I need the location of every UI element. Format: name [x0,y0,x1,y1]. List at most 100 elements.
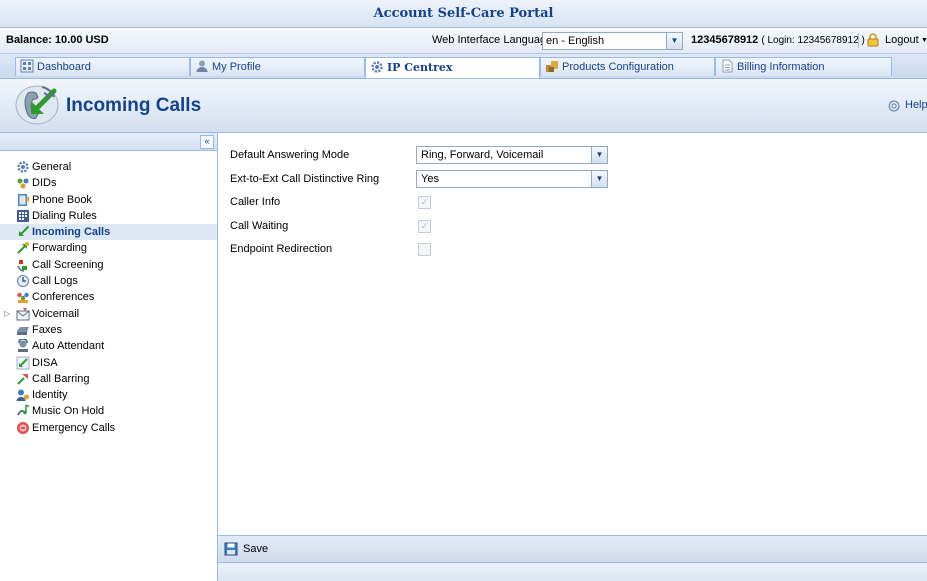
sidebar-item-identity[interactable]: Identity [0,387,217,403]
main-tab-bar: Dashboard My Profile IP Centrex Products… [0,54,927,79]
sidebar-item-label: Phone Book [32,193,92,206]
sidebar-item-voicemail[interactable]: ▷ Voicemail [0,306,217,322]
page-header: Incoming Calls Help [0,79,927,133]
call-waiting-label: Call Waiting [230,220,289,232]
chevron-down-icon[interactable]: ▼ [591,171,607,187]
portal-title-bar: Account Self-Care Portal [0,0,927,28]
dids-icon [17,178,29,189]
sidebar-item-phone-book[interactable]: Phone Book [0,192,217,208]
tab-label: IP Centrex [387,61,453,74]
call-screening-icon [17,259,27,272]
sidebar-item-label: Call Logs [32,275,78,288]
tab-label: Products Configuration [562,61,674,73]
collapse-sidebar-button[interactable]: « [200,135,214,149]
endpoint-redirection-label: Endpoint Redirection [230,243,333,255]
user-icon [196,60,208,72]
conferences-icon [17,293,29,304]
products-icon [546,61,558,72]
portal-title: Account Self-Care Portal [373,6,554,21]
sidebar-item-disa[interactable]: DISA [0,355,217,371]
info-bar: Balance: 10.00 USD Web Interface Languag… [0,28,927,54]
sidebar-item-label: Forwarding [32,242,88,255]
save-icon[interactable] [224,542,238,556]
answering-mode-select[interactable]: Ring, Forward, Voicemail ▼ [416,146,608,164]
caller-info-checkbox[interactable]: ✓ [418,196,431,209]
chevron-down-icon[interactable]: ▼ [591,147,607,163]
gear-icon [17,161,29,173]
sidebar-item-label: Emergency Calls [32,421,116,434]
account-number: 12345678912 [691,34,759,46]
save-button[interactable]: Save [243,536,268,562]
caller-info-label: Caller Info [230,196,281,208]
endpoint-redirection-checkbox[interactable] [418,243,431,256]
sidebar-item-call-barring[interactable]: Call Barring [0,371,217,387]
sidebar-item-label: General [32,161,72,173]
language-select[interactable]: en - English ▼ [542,32,683,50]
tab-billing-information[interactable]: Billing Information [715,57,892,76]
account-info: 12345678912 ( Login: 12345678912 ) [691,28,865,53]
logout-link[interactable]: Logout [885,28,919,53]
sidebar-item-label: Music On Hold [32,405,105,418]
fax-icon [17,326,29,335]
voicemail-icon [16,307,30,321]
sidebar-item-faxes[interactable]: Faxes [0,322,217,338]
balance-text: Balance: 10.00 USD [6,34,109,46]
sidebar-item-label: Auto Attendant [32,340,105,353]
emergency-calls-icon [17,421,29,434]
sidebar-item-dialing-rules[interactable]: Dialing Rules [0,208,217,224]
sidebar-item-call-logs[interactable]: Call Logs [0,273,217,289]
help-icon[interactable] [888,100,900,112]
sidebar-item-emergency-calls[interactable]: Emergency Calls [0,420,217,436]
chevron-down-icon[interactable]: ▼ [921,37,927,44]
sidebar-item-label: DISA [32,356,58,369]
forwarding-icon [17,242,29,255]
chevron-down-icon[interactable]: ▼ [666,33,682,49]
gear-icon [371,61,383,73]
page-title: Incoming Calls [66,95,202,116]
call-barring-icon [17,373,28,385]
divider [858,33,859,48]
answering-mode-value: Ring, Forward, Voicemail [421,149,544,161]
sidebar-nav: General DIDs Phone Book Dialing Rules In… [0,151,217,436]
action-toolbar: Save [218,535,927,563]
main-content: Default Answering Mode Ring, Forward, Vo… [218,133,927,581]
sidebar-item-label: Conferences [32,291,95,304]
sidebar-item-general[interactable]: General [0,159,217,175]
document-icon [722,59,733,73]
sidebar-item-auto-attendant[interactable]: Auto Attendant [0,338,217,354]
sidebar-item-incoming-calls[interactable]: Incoming Calls [0,224,217,241]
sidebar-item-dids[interactable]: DIDs [0,175,217,191]
sidebar-item-label: Voicemail [32,307,80,320]
tab-my-profile[interactable]: My Profile [190,57,365,76]
expand-arrow-icon[interactable]: ▷ [4,306,10,322]
tab-label: My Profile [212,61,261,73]
dialing-rules-icon [17,209,29,222]
music-on-hold-icon [17,404,30,416]
sidebar-item-conferences[interactable]: Conferences [0,289,217,305]
lock-icon[interactable] [866,33,880,47]
sidebar-item-label: Dialing Rules [32,209,97,222]
tab-products-configuration[interactable]: Products Configuration [540,57,715,76]
sidebar-item-forwarding[interactable]: Forwarding [0,240,217,256]
dashboard-icon [20,59,34,73]
call-waiting-checkbox[interactable]: ✓ [418,220,431,233]
tab-label: Billing Information [737,61,825,73]
sidebar-item-label: Call Barring [32,372,90,385]
phone-book-icon [18,193,29,206]
distinctive-ring-select[interactable]: Yes ▼ [416,170,608,188]
tab-dashboard[interactable]: Dashboard [15,57,190,76]
sidebar-item-music-on-hold[interactable]: Music On Hold [0,403,217,419]
identity-icon [16,389,29,402]
sidebar-item-label: Call Screening [32,258,104,271]
auto-attendant-icon [18,339,28,353]
sidebar-item-call-screening[interactable]: Call Screening [0,257,217,273]
sidebar-item-label: Faxes [32,323,62,336]
language-label: Web Interface Language: [432,34,556,46]
sidebar-item-label: DIDs [32,177,57,190]
login-text: ( Login: 12345678912 ) [761,35,865,46]
distinctive-ring-label: Ext-to-Ext Call Distinctive Ring [230,173,380,185]
call-logs-icon [17,275,29,288]
tab-ip-centrex[interactable]: IP Centrex [365,57,540,78]
sidebar-item-label: Incoming Calls [32,226,111,239]
help-link[interactable]: Help [905,79,927,132]
